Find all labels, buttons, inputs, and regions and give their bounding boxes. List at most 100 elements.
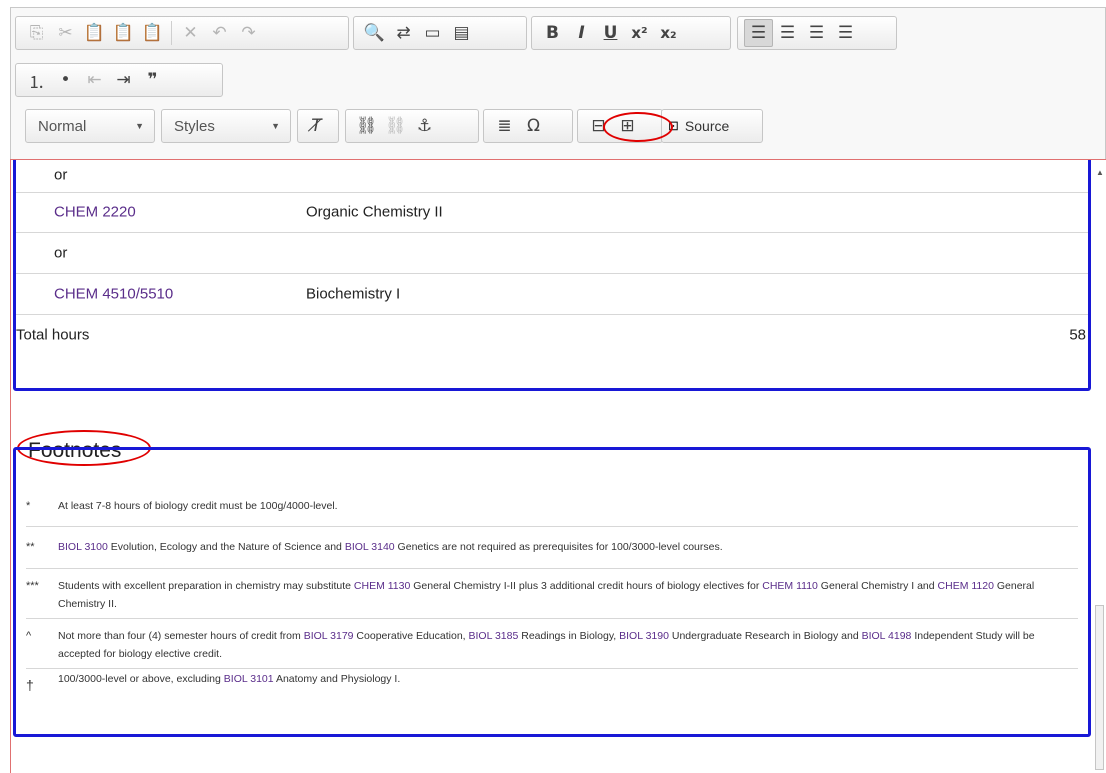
- horizontal-line-icon[interactable]: ≣: [490, 112, 519, 140]
- course-code: or: [54, 244, 68, 262]
- table-button-annotation: [603, 112, 673, 142]
- course-link[interactable]: CHEM 1130: [354, 580, 410, 592]
- footnote-row: ** BIOL 3100 Evolution, Ecology and the …: [26, 526, 1078, 569]
- editor-content[interactable]: or CHEM 2220 Organic Chemistry II or CHE…: [10, 159, 1106, 773]
- footnote-text-part: Students with excellent preparation in c…: [58, 580, 354, 592]
- paste-word-icon[interactable]: 📋: [138, 19, 167, 47]
- cut-icon[interactable]: ✂: [51, 19, 80, 47]
- footnote-text: Not more than four (4) semester hours of…: [58, 627, 1070, 663]
- course-link[interactable]: BIOL 3190: [619, 630, 669, 642]
- chevron-down-icon: ▼: [271, 121, 280, 131]
- scrollbar-thumb[interactable]: [1095, 605, 1104, 770]
- footnotes-box: * At least 7-8 hours of biology credit m…: [13, 447, 1091, 737]
- superscript-icon[interactable]: x²: [625, 19, 654, 47]
- redo-icon[interactable]: ↷: [234, 19, 263, 47]
- footnote-text: BIOL 3100 Evolution, Ecology and the Nat…: [58, 538, 1070, 556]
- course-code-link[interactable]: CHEM 4510/5510: [54, 286, 173, 303]
- basicstyles-group: B I U x² x₂: [531, 16, 731, 50]
- indent-icon[interactable]: ⇥: [109, 66, 138, 94]
- chevron-down-icon: ▼: [135, 121, 144, 131]
- source-group: ⊡ Source: [661, 109, 763, 143]
- clipboard-group: ⎘ ✂ 📋 📋 📋 ✕ ↶ ↷: [15, 16, 349, 50]
- styles-combo[interactable]: Styles ▼: [161, 109, 291, 143]
- paste-icon[interactable]: 📋: [80, 19, 109, 47]
- footnote-text-part: Readings in Biology,: [518, 630, 620, 642]
- footnote-mark: *: [26, 500, 31, 512]
- vertical-scrollbar[interactable]: ▲: [1093, 160, 1106, 773]
- special-char-icon[interactable]: Ω: [519, 112, 548, 140]
- footnote-mark: **: [26, 541, 35, 553]
- course-link[interactable]: BIOL 3101: [224, 673, 274, 685]
- footnote-mark: †: [26, 677, 34, 693]
- course-link[interactable]: BIOL 3185: [469, 630, 519, 642]
- course-table-box: or CHEM 2220 Organic Chemistry II or CHE…: [13, 160, 1091, 391]
- total-row: Total hours 58: [16, 315, 1088, 355]
- footnote-row: † 100/3000-level or above, excluding BIO…: [26, 668, 1078, 708]
- underline-icon[interactable]: U: [596, 19, 625, 47]
- footnote-mark: ***: [26, 580, 39, 592]
- footnote-text-part: Anatomy and Physiology I.: [273, 673, 401, 685]
- select-all-icon[interactable]: ▭: [418, 19, 447, 47]
- table-row: or: [16, 233, 1088, 274]
- footnote-mark: ^: [26, 630, 32, 642]
- course-link[interactable]: CHEM 1110: [762, 580, 818, 592]
- align-right-icon[interactable]: ☰: [802, 19, 831, 47]
- course-link[interactable]: CHEM 1120: [938, 580, 994, 592]
- table-row: CHEM 2220 Organic Chemistry II: [16, 192, 1088, 233]
- unlink-icon[interactable]: ⛓: [381, 112, 410, 140]
- spellcheck-icon[interactable]: ▤: [447, 19, 476, 47]
- remove-icon[interactable]: ✕: [176, 19, 205, 47]
- footnote-text-part: Cooperative Education,: [353, 630, 469, 642]
- subscript-icon[interactable]: x₂: [654, 19, 683, 47]
- footnote-text-part: 100/3000-level or above, excluding: [58, 673, 224, 685]
- course-link[interactable]: BIOL 4198: [862, 630, 912, 642]
- footnote-text-part: Not more than four (4) semester hours of…: [58, 630, 304, 642]
- format-combo-value: Normal: [38, 117, 87, 135]
- italic-icon[interactable]: I: [567, 19, 596, 47]
- link-group: ⛓ ⛓ ⚓: [345, 109, 479, 143]
- justify-icon[interactable]: ☰: [831, 19, 860, 47]
- find-icon[interactable]: 🔍: [360, 19, 389, 47]
- scroll-up-icon[interactable]: ▲: [1096, 168, 1104, 177]
- format-combo[interactable]: Normal ▼: [25, 109, 155, 143]
- footnote-text: 100/3000-level or above, excluding BIOL …: [58, 670, 1070, 688]
- styles-combo-value: Styles: [174, 117, 215, 135]
- course-title: Biochemistry I: [306, 285, 401, 303]
- footnote-row: ^ Not more than four (4) semester hours …: [26, 618, 1078, 669]
- source-button[interactable]: Source: [685, 118, 729, 134]
- anchor-icon[interactable]: ⚓: [410, 112, 439, 140]
- course-title: Organic Chemistry II: [306, 203, 443, 221]
- bold-icon[interactable]: B: [538, 19, 567, 47]
- paste-text-icon[interactable]: 📋: [109, 19, 138, 47]
- align-center-icon[interactable]: ☰: [773, 19, 802, 47]
- numbered-list-icon[interactable]: ⒈: [22, 66, 51, 94]
- find-group: 🔍 ⇄ ▭ ▤: [353, 16, 527, 50]
- total-label: Total hours: [16, 326, 90, 344]
- footnote-text-part: Evolution, Ecology and the Nature of Sci…: [107, 541, 345, 553]
- footnote-text: At least 7-8 hours of biology credit mus…: [58, 497, 1070, 515]
- undo-icon[interactable]: ↶: [205, 19, 234, 47]
- total-value: 58: [1069, 326, 1086, 344]
- course-code-link[interactable]: CHEM 2220: [54, 204, 136, 221]
- remove-format-icon[interactable]: T̸: [302, 112, 331, 140]
- footnote-text-part: At least 7-8 hours of biology credit mus…: [58, 500, 338, 512]
- footnote-text-part: General Chemistry I-II plus 3 additional…: [410, 580, 763, 592]
- blockquote-icon[interactable]: ❞: [138, 66, 167, 94]
- link-icon[interactable]: ⛓: [352, 112, 381, 140]
- outdent-icon[interactable]: ⇤: [80, 66, 109, 94]
- table-row: or: [16, 160, 1088, 193]
- footnote-text-part: Undergraduate Research in Biology and: [668, 630, 862, 642]
- replace-icon[interactable]: ⇄: [389, 19, 418, 47]
- footnote-row: * At least 7-8 hours of biology credit m…: [26, 486, 1078, 527]
- course-link[interactable]: BIOL 3179: [304, 630, 354, 642]
- footnote-text: Students with excellent preparation in c…: [58, 577, 1070, 613]
- bulleted-list-icon[interactable]: •: [51, 66, 80, 94]
- align-left-icon[interactable]: ☰: [744, 19, 773, 47]
- footnote-row: *** Students with excellent preparation …: [26, 568, 1078, 619]
- editor-toolbar: ⎘ ✂ 📋 📋 📋 ✕ ↶ ↷ 🔍 ⇄ ▭ ▤ B I U x² x₂ ☰ ☰ …: [10, 7, 1106, 159]
- course-link[interactable]: BIOL 3140: [345, 541, 395, 553]
- remove-format-group: T̸: [297, 109, 339, 143]
- copy-icon[interactable]: ⎘: [22, 19, 51, 47]
- course-link[interactable]: BIOL 3100: [58, 541, 108, 553]
- course-code: or: [54, 166, 68, 183]
